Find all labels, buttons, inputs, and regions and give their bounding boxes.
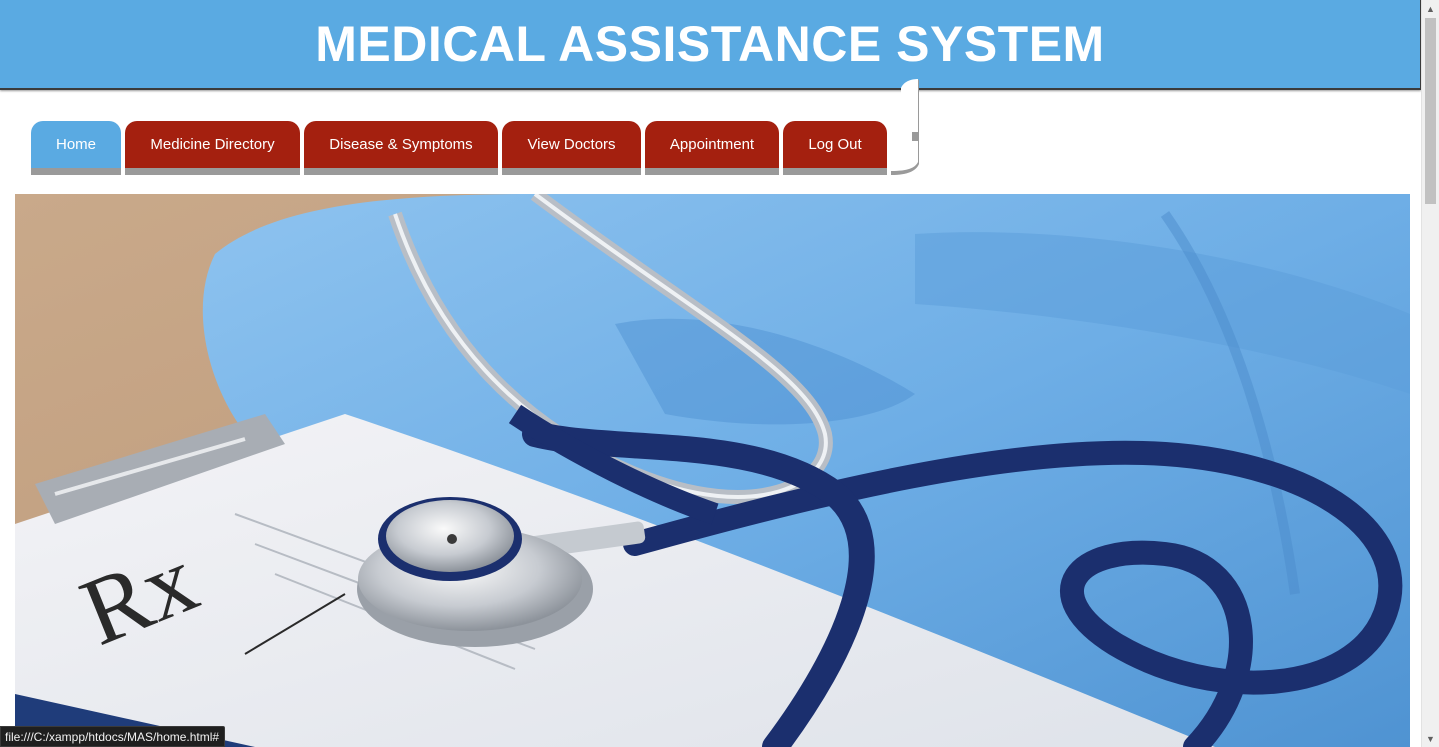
nav-view-doctors[interactable]: View Doctors xyxy=(502,121,641,168)
header-banner: MEDICAL ASSISTANCE SYSTEM xyxy=(0,0,1421,90)
hero-image: Rx xyxy=(15,194,1410,747)
site-title: MEDICAL ASSISTANCE SYSTEM xyxy=(315,16,1105,72)
nav-log-out[interactable]: Log Out xyxy=(783,121,887,168)
scrollbar-thumb[interactable] xyxy=(1425,18,1436,204)
vertical-scrollbar[interactable]: ▲ ▼ xyxy=(1421,0,1439,747)
scroll-up-arrow-icon[interactable]: ▲ xyxy=(1422,0,1439,17)
scroll-down-arrow-icon[interactable]: ▼ xyxy=(1422,730,1439,747)
nav-disease-symptoms[interactable]: Disease & Symptoms xyxy=(304,121,498,168)
nav-appointment[interactable]: Appointment xyxy=(645,121,779,168)
nav-medicine-directory[interactable]: Medicine Directory xyxy=(125,121,300,168)
stethoscope-illustration: Rx xyxy=(15,194,1410,747)
status-bar-url: file:///C:/xampp/htdocs/MAS/home.html# xyxy=(0,726,226,747)
nav-home[interactable]: Home xyxy=(31,121,121,168)
page: MEDICAL ASSISTANCE SYSTEM Home Medicine … xyxy=(0,0,1439,747)
decorative-notch xyxy=(891,79,919,175)
